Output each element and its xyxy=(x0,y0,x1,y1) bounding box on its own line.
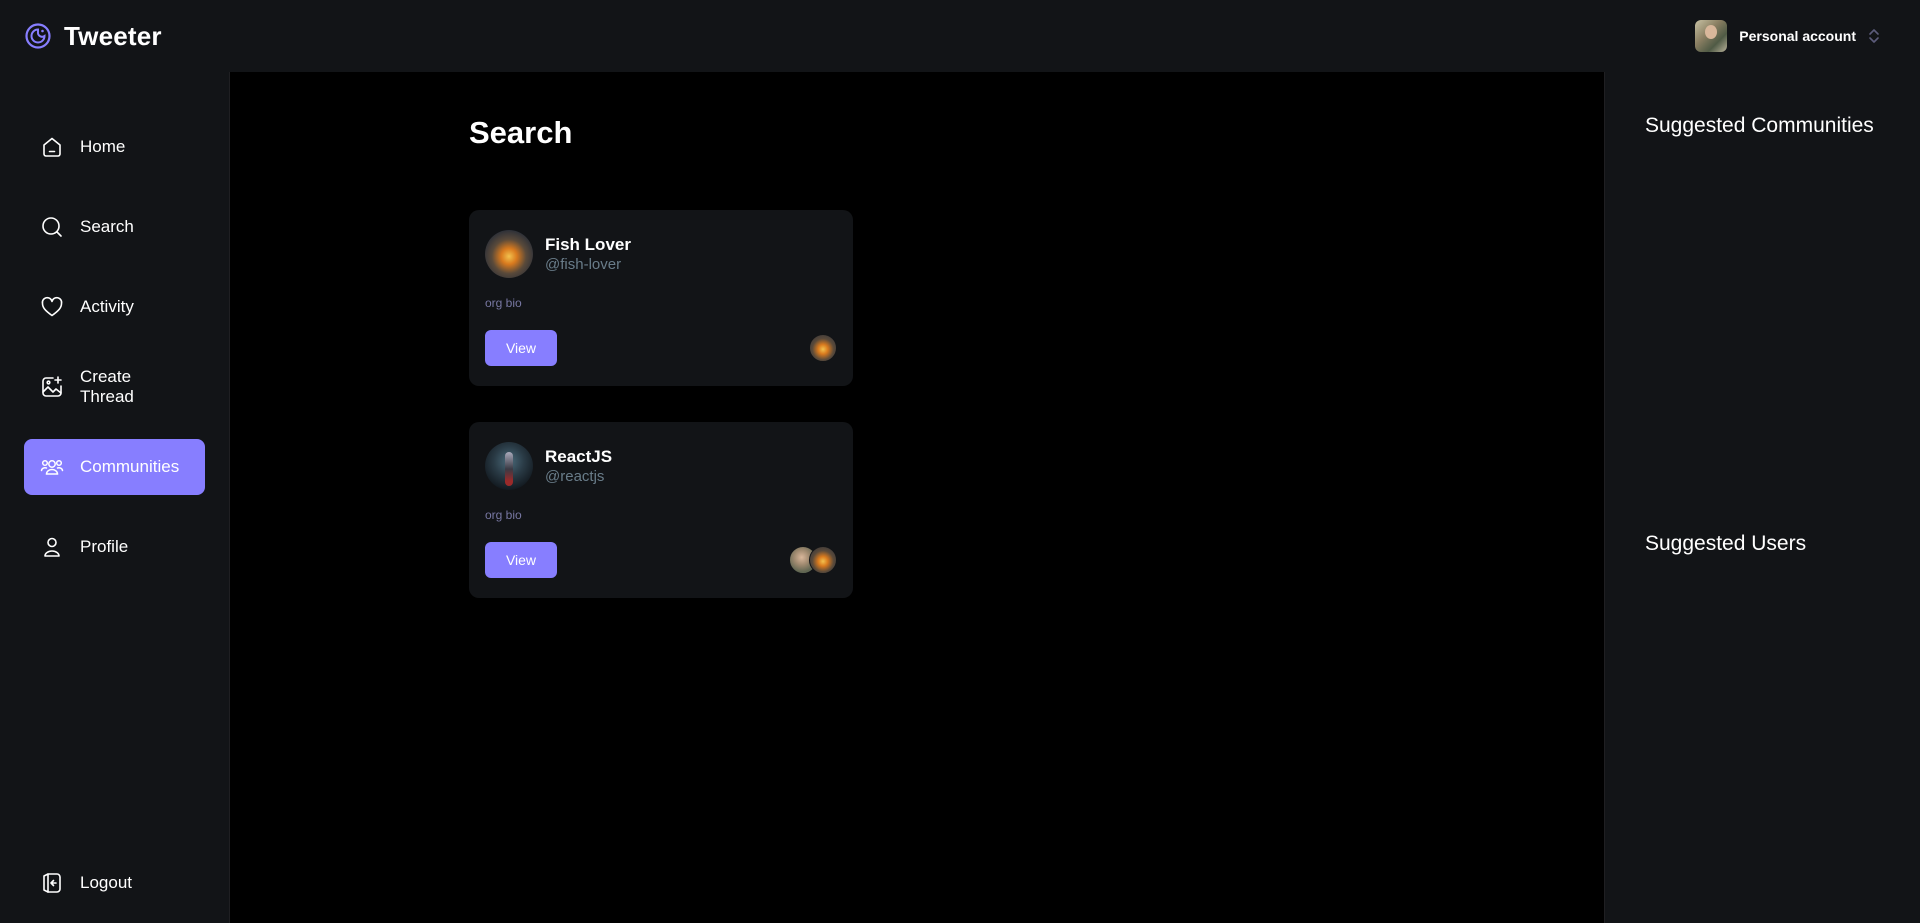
logout-button[interactable]: Logout xyxy=(24,855,205,911)
community-bio: org bio xyxy=(485,508,522,522)
sidebar-item-label: Search xyxy=(80,217,134,236)
sidebar-item-profile[interactable]: Profile xyxy=(24,519,205,575)
community-card-header[interactable]: Fish Lover @fish-lover xyxy=(485,230,837,278)
community-card-footer: View xyxy=(485,330,837,366)
community-bio: org bio xyxy=(485,296,522,310)
community-card: ReactJS @reactjs org bio View xyxy=(469,422,853,598)
top-bar: Tweeter Personal account xyxy=(0,0,1920,72)
community-avatar[interactable] xyxy=(485,442,533,490)
community-avatar[interactable] xyxy=(485,230,533,278)
community-name[interactable]: ReactJS xyxy=(545,446,612,467)
right-sidebar: Suggested Communities Suggested Users xyxy=(1604,72,1920,923)
sidebar-item-communities[interactable]: Communities xyxy=(24,439,205,495)
sidebar-item-home[interactable]: Home xyxy=(24,119,205,175)
sidebar-item-label: Home xyxy=(80,137,126,156)
account-label: Personal account xyxy=(1739,28,1856,44)
member-avatars xyxy=(809,334,837,362)
community-handle: @fish-lover xyxy=(545,255,622,273)
chevron-up-down-icon[interactable] xyxy=(1868,27,1880,45)
sidebar-item-label: Create Thread xyxy=(80,367,134,406)
logout-icon xyxy=(43,873,61,893)
search-icon xyxy=(42,217,62,237)
community-handle: @reactjs xyxy=(545,467,605,485)
heart-icon xyxy=(41,296,63,317)
nav-list: Home Search Activity Create Thread Commu… xyxy=(24,119,205,599)
logout-label: Logout xyxy=(80,873,132,892)
app-name: Tweeter xyxy=(64,20,162,51)
suggested-users-heading: Suggested Users xyxy=(1645,532,1807,555)
home-icon xyxy=(43,137,61,157)
member-avatar xyxy=(809,334,837,362)
page-title: Search xyxy=(469,115,573,150)
logo-icon xyxy=(25,23,51,49)
sidebar-item-activity[interactable]: Activity xyxy=(24,279,205,335)
communities-icon xyxy=(40,459,64,475)
account-switcher[interactable]: Personal account xyxy=(1695,20,1880,52)
view-button[interactable]: View xyxy=(485,542,557,578)
sidebar-item-label: Communities xyxy=(80,457,180,476)
suggested-communities-heading: Suggested Communities xyxy=(1645,114,1874,137)
create-image-icon xyxy=(42,376,62,397)
avatar xyxy=(1695,20,1728,52)
community-card: Fish Lover @fish-lover org bio View xyxy=(469,210,853,386)
member-avatar xyxy=(809,546,837,574)
community-name[interactable]: Fish Lover xyxy=(545,234,631,255)
view-button[interactable]: View xyxy=(485,330,557,366)
user-icon xyxy=(44,537,60,557)
member-avatars xyxy=(789,546,837,574)
community-card-header[interactable]: ReactJS @reactjs xyxy=(485,442,837,490)
sidebar-item-label: Activity xyxy=(80,297,134,316)
left-sidebar: Home Search Activity Create Thread Commu… xyxy=(0,72,230,923)
sidebar-item-search[interactable]: Search xyxy=(24,199,205,255)
sidebar-item-create-thread[interactable]: Create Thread xyxy=(24,359,205,415)
sidebar-item-label: Profile xyxy=(80,537,129,556)
brand[interactable]: Tweeter xyxy=(24,21,162,52)
community-card-footer: View xyxy=(485,542,837,578)
